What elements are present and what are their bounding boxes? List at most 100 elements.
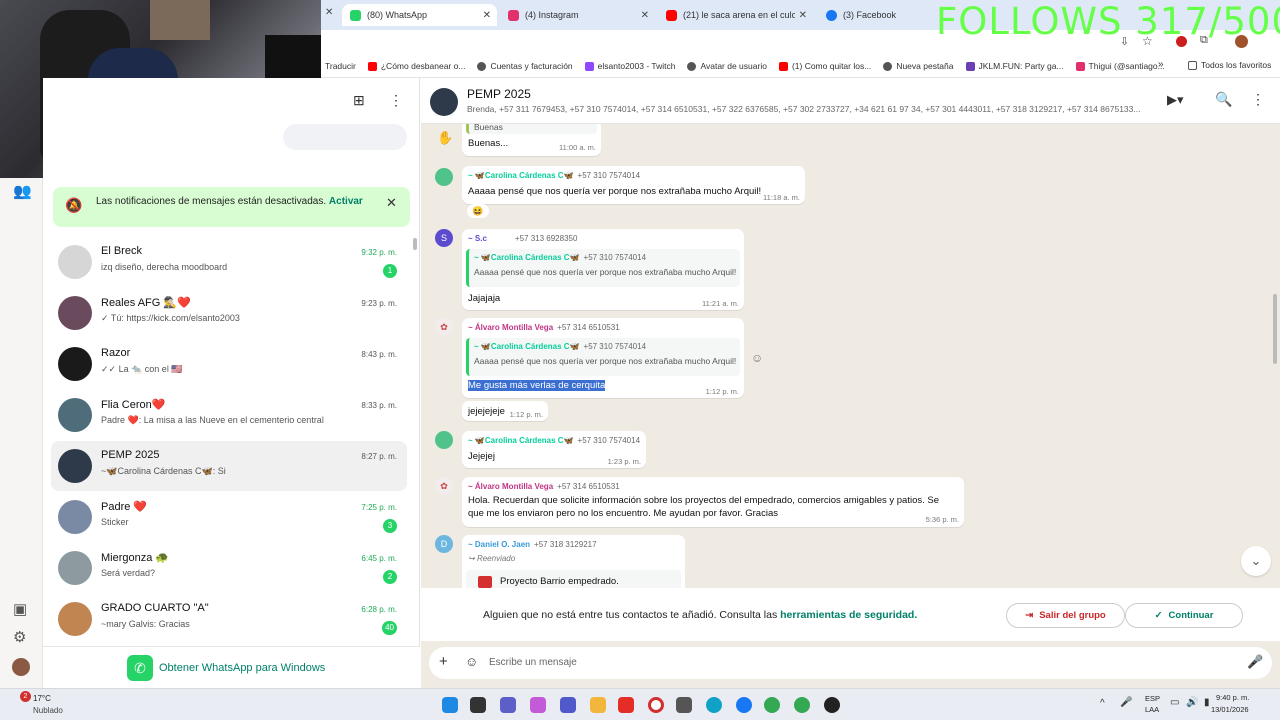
quoted-message[interactable]: ~ 🦋Carolina Cárdenas C🦋 +57 310 7574014 A… — [466, 249, 740, 287]
language-indicator[interactable]: ESP — [1145, 694, 1160, 703]
chat-list-item[interactable]: El Breck izq diseño, derecha moodboard 9:3… — [51, 237, 407, 287]
group-avatar[interactable] — [430, 88, 458, 116]
battery-icon[interactable]: ▮ — [1204, 697, 1210, 708]
clock-date[interactable]: 13/01/2026 — [1211, 705, 1249, 714]
chat-list-item[interactable]: Flia Ceron❤️ Padre ❤️: La misa a las Nuev… — [51, 390, 407, 440]
chat-name: Razor — [101, 347, 131, 359]
teams-icon[interactable] — [500, 697, 516, 713]
attach-icon[interactable]: + — [439, 653, 448, 670]
selected-text: Me gusta más verlas de cerquita — [468, 380, 606, 391]
media-icon[interactable]: ▣ — [13, 600, 27, 618]
instagram-icon — [1075, 61, 1085, 71]
scrollbar[interactable] — [413, 238, 417, 250]
microphone-icon[interactable]: 🎤 — [1120, 697, 1132, 708]
chevron-up-icon[interactable]: ^ — [1100, 698, 1105, 709]
close-tab-icon[interactable]: ✕ — [641, 10, 649, 21]
teams-work-icon[interactable] — [560, 697, 576, 713]
store-icon[interactable] — [676, 697, 692, 713]
chat-list-item[interactable]: Reales AFG 🕵️‍♂️❤️ ✓ Tú: https://kick.com… — [51, 288, 407, 338]
scrollbar[interactable] — [1273, 294, 1277, 364]
exit-group-button[interactable]: ⇥ Salir del grupo — [1006, 603, 1125, 628]
close-tab-icon[interactable]: ✕ — [325, 7, 333, 18]
new-chat-icon[interactable]: ⊞ — [353, 92, 365, 109]
all-favorites[interactable]: Todos los favoritos — [1188, 60, 1271, 70]
document-attachment[interactable]: Proyecto Barrio empedrado. — [466, 570, 681, 588]
chrome-icon[interactable] — [764, 697, 780, 713]
weather-temp[interactable]: 17°C — [33, 694, 51, 703]
message-bubble[interactable]: jejejejeje 1:12 p. m. — [462, 401, 548, 421]
activate-link[interactable]: Activar — [329, 196, 363, 207]
file-explorer-icon[interactable] — [590, 697, 606, 713]
bookmark-item[interactable]: ¿Cómo desbanear o... — [367, 61, 465, 71]
message-bubble[interactable]: ~ 🦋Carolina Cárdenas C🦋 +57 310 7574014 A… — [462, 166, 805, 204]
composer: + ☺ Escribe un mensaje 🎤 — [421, 641, 1280, 688]
bookmark-item[interactable]: Traducir — [325, 61, 356, 71]
get-whatsapp-promo[interactable]: ✆ Obtener WhatsApp para Windows — [43, 646, 420, 688]
whatsapp-icon — [350, 9, 361, 21]
chat-list-item[interactable]: Miergonza 🐢 Será verdad? 6:45 p. m. 2 — [51, 543, 407, 593]
chat-list-item[interactable]: GRADO CUARTO "A" ~mary Galvis: Gracias 6:2… — [51, 594, 407, 644]
clock-time[interactable]: 9:40 p. m. — [1216, 693, 1249, 702]
sticker-icon[interactable]: ☺ — [465, 654, 478, 669]
tab-whatsapp[interactable]: (80) WhatsApp ✕ — [342, 4, 497, 26]
menu-icon[interactable]: ⋮ — [1251, 91, 1265, 108]
bookmark-item[interactable]: Cuentas y facturación — [477, 61, 573, 71]
security-tools-link[interactable]: herramientas de seguridad. — [780, 609, 917, 621]
edge-icon[interactable] — [706, 697, 722, 713]
opera-icon[interactable] — [648, 697, 664, 713]
communities-icon[interactable]: 👥 — [13, 182, 32, 200]
monitor-icon[interactable]: ▭ — [1170, 697, 1179, 708]
bookmark-item[interactable]: elsanto2003 - Twitch — [584, 61, 675, 71]
bookmark-item[interactable]: (1) Como quitar los... — [778, 61, 871, 71]
chat-list-item[interactable]: Padre ❤️ Sticker 7:25 p. m. 3 — [51, 492, 407, 542]
message-bubble[interactable]: ~ Álvaro Montilla Vega +57 314 6510531 ~ … — [462, 318, 744, 398]
volume-icon[interactable]: 🔊 — [1186, 697, 1198, 708]
chat-list-item[interactable]: PEMP 2025 ~🦋Carolina Cárdenas C🦋: Si 8:27 … — [51, 441, 407, 491]
bookmark-item[interactable]: Avatar de usuario — [687, 61, 767, 71]
weather-badge: 2 — [20, 691, 31, 702]
tab-instagram[interactable]: (4) Instagram ✕ — [500, 4, 655, 26]
profile-avatar[interactable] — [12, 658, 30, 676]
task-view-icon[interactable] — [470, 697, 486, 713]
chat-preview: ~mary Galvis: Gracias — [101, 619, 190, 629]
message-bubble[interactable]: Buenas Buenas... 11:00 a. m. — [462, 124, 601, 156]
search-input[interactable] — [283, 124, 407, 150]
chat-header[interactable]: PEMP 2025 Brenda, +57 311 7679453, +57 3… — [421, 78, 1280, 124]
copilot-icon[interactable] — [530, 697, 546, 713]
facebook-icon[interactable] — [736, 697, 752, 713]
menu-icon[interactable]: ⋮ — [389, 92, 403, 109]
close-icon[interactable]: ✕ — [386, 195, 397, 211]
bookmark-item[interactable]: Nueva pestaña — [883, 61, 954, 71]
chrome-profile-icon[interactable] — [794, 697, 810, 713]
message-bubble[interactable]: ~ Álvaro Montilla Vega +57 314 6510531 Ho… — [462, 477, 964, 527]
microphone-icon[interactable]: 🎤 — [1247, 654, 1263, 670]
close-tab-icon[interactable]: ✕ — [483, 10, 491, 21]
scroll-down-icon[interactable]: ⌄ — [1241, 546, 1271, 576]
message-bubble[interactable]: ~ S.c +57 313 6928350 ~ 🦋Carolina Cárdena… — [462, 229, 744, 310]
quoted-message[interactable]: ~ 🦋Carolina Cárdenas C🦋 +57 310 7574014 A… — [466, 338, 740, 376]
search-icon[interactable]: 🔍 — [1215, 91, 1232, 108]
tab-youtube[interactable]: (21) le saca arena en el culo a u ✕ — [658, 4, 813, 26]
bookmark-item[interactable]: JKLM.FUN: Party ga... — [965, 61, 1064, 71]
close-tab-icon[interactable]: ✕ — [799, 10, 807, 21]
more-bookmarks-icon[interactable]: » — [1158, 59, 1164, 70]
emoji-reaction-icon[interactable]: ☺ — [751, 351, 763, 365]
chat-preview: Padre ❤️: La misa a las Nueve en el ceme… — [101, 415, 324, 425]
message-bubble[interactable]: ~ 🦋Carolina Cárdenas C🦋 +57 310 7574014 J… — [462, 431, 646, 468]
message-input[interactable]: + ☺ Escribe un mensaje 🎤 — [429, 647, 1272, 679]
exit-icon: ⇥ — [1025, 610, 1034, 621]
obs-icon[interactable] — [824, 697, 840, 713]
settings-icon[interactable]: ⚙ — [13, 628, 26, 646]
bookmark-item[interactable]: Thigui (@santiago... — [1075, 61, 1165, 71]
windows-start-icon[interactable] — [442, 697, 458, 713]
chat-preview: ~🦋Carolina Cárdenas C🦋: Si — [101, 466, 226, 476]
chat-list-item[interactable]: Razor ✓✓ La 🐀 con el 🇺🇸 8:43 p. m. — [51, 339, 407, 389]
sender-avatar — [435, 431, 453, 449]
continue-button[interactable]: ✓ Continuar — [1125, 603, 1243, 628]
video-call-icon[interactable]: ▶▾ — [1167, 92, 1184, 108]
reaction[interactable]: 😆 — [467, 204, 489, 218]
youtube-icon[interactable] — [618, 697, 634, 713]
message-bubble[interactable]: ~ Daniel O. Jaen +57 318 3129217 ↪ Reenvi… — [462, 535, 685, 588]
weather-desc[interactable]: Nublado — [33, 706, 63, 715]
sender-avatar: ✿ — [435, 477, 453, 495]
